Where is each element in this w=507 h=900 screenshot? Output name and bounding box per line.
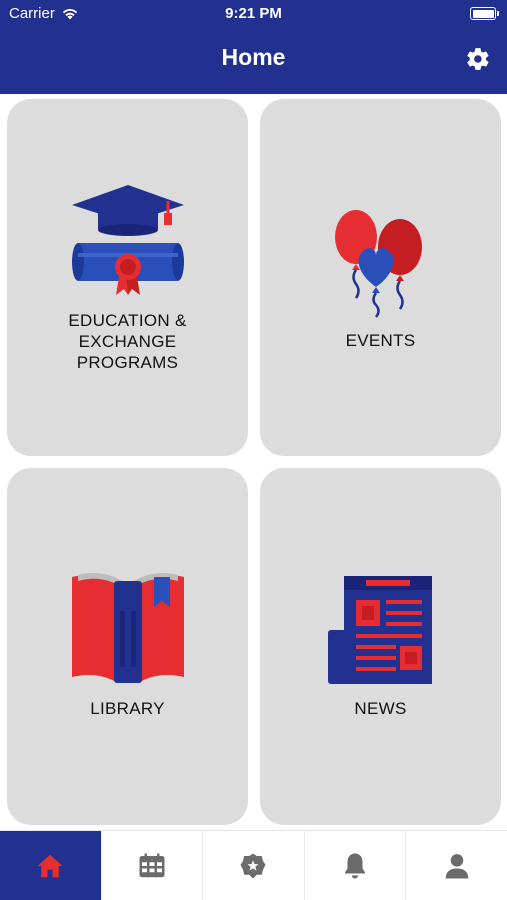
tile-label: EDUCATION & EXCHANGE PROGRAMS	[68, 311, 187, 372]
bottom-tab-bar	[0, 830, 507, 900]
tab-home[interactable]	[0, 831, 102, 900]
app-header: Carrier 9:21 PM Home	[0, 0, 507, 94]
tab-profile[interactable]	[406, 831, 507, 900]
page-title: Home	[221, 44, 286, 70]
user-icon	[445, 853, 468, 878]
gear-icon[interactable]	[465, 46, 491, 72]
newspaper-icon	[327, 576, 432, 684]
tile-label: EVENTS	[345, 331, 416, 350]
tile-label: NEWS	[354, 699, 407, 718]
status-bar: Carrier 9:21 PM	[0, 0, 507, 30]
status-time: 9:21 PM	[225, 5, 282, 22]
graduation-cap-diploma-icon	[71, 185, 184, 295]
tile-label: LIBRARY	[90, 699, 165, 718]
open-book-icon	[71, 573, 184, 683]
balloons-icon	[334, 210, 422, 318]
tab-badge[interactable]	[203, 831, 305, 900]
home-icon	[37, 854, 63, 877]
tile-library[interactable]: LIBRARY	[7, 468, 248, 825]
badge-icon	[240, 853, 266, 878]
tile-education-exchange-programs[interactable]: EDUCATION & EXCHANGE PROGRAMS	[7, 99, 248, 456]
tab-calendar[interactable]	[102, 831, 204, 900]
bell-icon	[345, 853, 366, 878]
tab-notifications[interactable]	[305, 831, 407, 900]
tile-news[interactable]: NEWS	[260, 468, 501, 825]
battery-icon	[470, 7, 499, 20]
calendar-icon	[139, 853, 165, 877]
tile-events[interactable]: EVENTS	[260, 99, 501, 456]
